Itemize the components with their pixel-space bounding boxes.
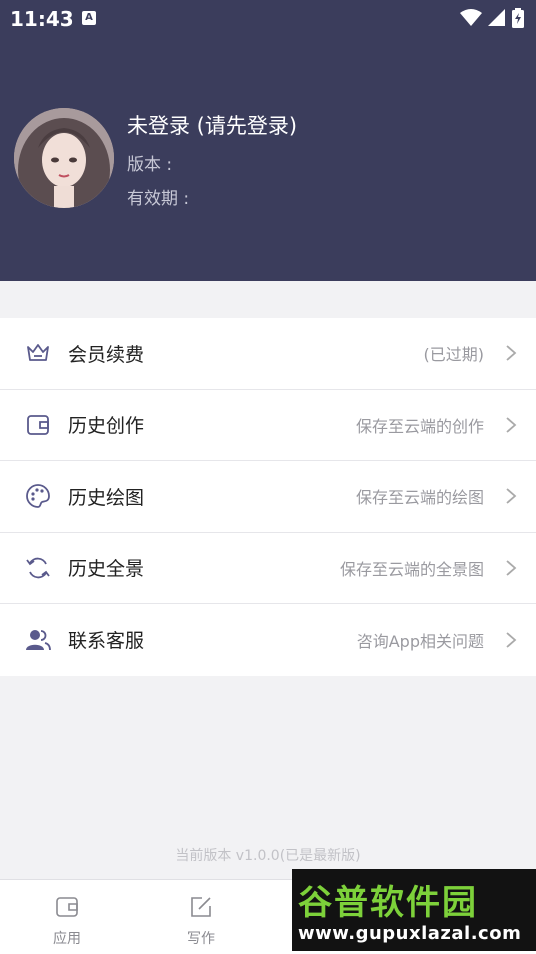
watermark-brand: 谷普软件园 <box>298 883 478 923</box>
palette-icon <box>26 484 50 509</box>
menu-label: 会员续费 <box>68 343 145 366</box>
wallet-icon <box>56 897 78 917</box>
menu-hint: 保存至云端的创作 <box>355 416 484 436</box>
menu-label: 历史绘图 <box>68 486 145 509</box>
system-icons <box>460 8 524 28</box>
chevron-right-icon <box>506 345 517 361</box>
tab-label: 应用 <box>53 931 81 947</box>
chevron-right-icon <box>506 632 517 648</box>
menu-item-history-writing[interactable]: 历史创作 保存至云端的创作 <box>0 390 536 461</box>
expiry-label: 有效期 : <box>127 189 190 209</box>
status-time: 11:43 <box>10 7 74 31</box>
watermark-logo: 谷普软件园 www.gupuxlazal.com <box>292 869 536 951</box>
edit-icon <box>191 897 211 917</box>
login-status[interactable]: 未登录 (请先登录) <box>127 110 297 140</box>
menu-label: 联系客服 <box>68 630 145 653</box>
wifi-icon <box>460 9 482 26</box>
settings-menu: 会员续费 (已过期) 历史创作 保存至云端的创作 历史绘图 保存至云端的绘图 历… <box>0 318 536 676</box>
menu-label: 历史全景 <box>68 558 145 581</box>
chevron-right-icon <box>506 560 517 576</box>
tab-apps[interactable]: 应用 <box>0 880 134 954</box>
version-label: 版本 : <box>127 155 173 175</box>
menu-hint: 咨询App相关问题 <box>356 631 484 651</box>
current-version-text: 当前版本 v1.0.0(已是最新版) <box>175 848 361 864</box>
signal-icon <box>488 9 505 26</box>
crown-icon <box>27 344 49 362</box>
status-bar: 11:43 A <box>0 0 536 36</box>
tab-label: 写作 <box>187 931 215 947</box>
wallet-icon <box>27 414 49 435</box>
chevron-right-icon <box>506 488 517 504</box>
refresh-icon <box>26 557 50 579</box>
battery-icon <box>512 8 524 28</box>
menu-hint: (已过期) <box>423 345 485 365</box>
menu-item-history-panorama[interactable]: 历史全景 保存至云端的全景图 <box>0 533 536 604</box>
menu-hint: 保存至云端的绘图 <box>355 488 484 508</box>
users-icon <box>26 629 51 650</box>
menu-item-customer-service[interactable]: 联系客服 咨询App相关问题 <box>0 604 536 676</box>
profile-header: 11:43 A 未登录 (请先登录) 版本: 有效期: <box>0 0 536 281</box>
menu-hint: 保存至云端的全景图 <box>339 559 484 579</box>
avatar[interactable] <box>14 108 114 208</box>
watermark-url: www.gupuxlazal.com <box>298 923 522 944</box>
avatar-portrait-icon <box>14 108 114 208</box>
notification-icon: A <box>82 11 96 25</box>
menu-item-history-drawing[interactable]: 历史绘图 保存至云端的绘图 <box>0 461 536 533</box>
tab-writing[interactable]: 写作 <box>134 880 268 954</box>
chevron-right-icon <box>506 417 517 433</box>
menu-item-membership[interactable]: 会员续费 (已过期) <box>0 318 536 390</box>
menu-label: 历史创作 <box>68 415 145 438</box>
